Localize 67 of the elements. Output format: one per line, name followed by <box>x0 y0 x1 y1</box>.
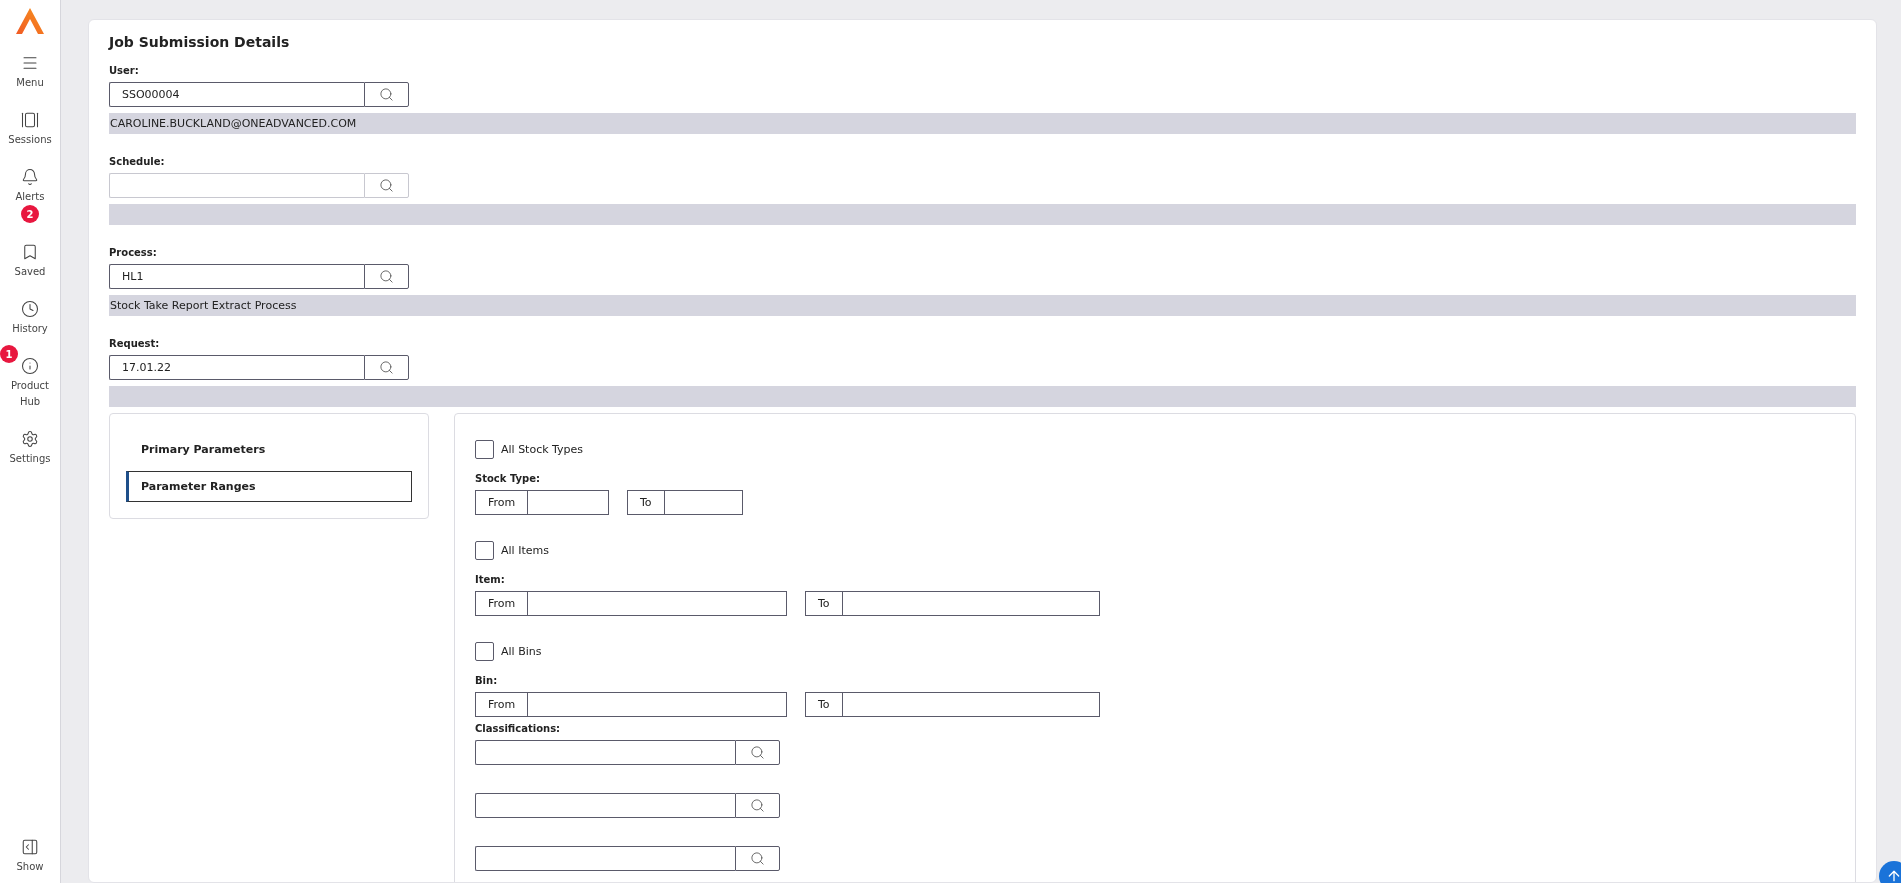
input-field[interactable] <box>475 793 735 818</box>
search-icon <box>750 745 765 760</box>
settings-icon <box>21 430 39 448</box>
range-label: To <box>805 591 843 616</box>
search-button[interactable] <box>364 264 409 289</box>
range-label: To <box>627 490 665 515</box>
range-label: From <box>475 692 529 717</box>
field-label: Stock Type: <box>475 473 541 484</box>
sidebar-item[interactable]: Menu <box>2 54 58 91</box>
input-field[interactable] <box>842 591 1100 616</box>
field-label: User: <box>109 65 140 76</box>
input-field[interactable] <box>528 692 787 717</box>
gallery-icon <box>21 111 39 129</box>
menu-icon <box>21 54 39 72</box>
checkbox-label: All Bins <box>501 645 542 658</box>
search-icon <box>379 360 394 375</box>
input-field[interactable]: HL1 <box>109 264 364 289</box>
sidebar-item[interactable]: Alerts <box>2 168 58 205</box>
search-icon <box>750 798 765 813</box>
search-icon <box>379 269 394 284</box>
input-field[interactable] <box>528 591 787 616</box>
input-field[interactable] <box>664 490 743 515</box>
input-field[interactable] <box>475 740 735 765</box>
logo <box>16 8 44 34</box>
checkbox[interactable] <box>475 642 494 661</box>
field-label: Schedule: <box>109 156 166 167</box>
sidebar-item[interactable]: History <box>2 300 58 337</box>
checkbox-label: All Items <box>501 544 549 557</box>
bookmark-icon <box>21 243 39 261</box>
checkbox-label: All Stock Types <box>501 443 584 456</box>
field-label: Bin: <box>475 675 499 686</box>
search-button[interactable] <box>735 793 780 818</box>
notification-badge: 2 <box>21 205 39 223</box>
bell-icon <box>21 168 39 186</box>
panel-icon <box>21 838 39 856</box>
range-label: From <box>475 490 529 515</box>
info-icon <box>21 357 39 375</box>
input-field[interactable] <box>842 692 1100 717</box>
page-title: Job Submission Details <box>109 34 291 50</box>
range-label: To <box>805 692 843 717</box>
search-icon <box>750 851 765 866</box>
sidebar-item[interactable]: Saved <box>2 243 58 280</box>
search-button[interactable] <box>364 355 409 380</box>
description-bar: CAROLINE.BUCKLAND@ONEADVANCED.COM <box>109 113 1856 134</box>
search-icon <box>379 87 394 102</box>
field-label: Process: <box>109 247 158 258</box>
description-bar: Stock Take Report Extract Process <box>109 295 1856 316</box>
input-field[interactable] <box>475 846 735 871</box>
parameter-tab[interactable]: Parameter Ranges <box>126 471 412 502</box>
search-button[interactable] <box>364 82 409 107</box>
search-button[interactable] <box>735 846 780 871</box>
field-label: Request: <box>109 338 161 349</box>
field-label: Classifications: <box>475 723 562 734</box>
sidebar-item[interactable]: Show <box>2 838 58 875</box>
clock-icon <box>21 300 39 318</box>
sidebar-item[interactable]: Sessions <box>2 111 58 148</box>
input-field[interactable]: 17.01.22 <box>109 355 364 380</box>
search-button[interactable] <box>735 740 780 765</box>
range-label: From <box>475 591 529 616</box>
search-icon <box>379 178 394 193</box>
input-field[interactable] <box>528 490 609 515</box>
checkbox[interactable] <box>475 440 494 459</box>
sidebar-item[interactable]: Settings <box>2 430 58 467</box>
input-field[interactable]: SSO00004 <box>109 82 364 107</box>
notification-badge: 1 <box>0 345 18 363</box>
field-label: Item: <box>475 574 506 585</box>
checkbox[interactable] <box>475 541 494 560</box>
